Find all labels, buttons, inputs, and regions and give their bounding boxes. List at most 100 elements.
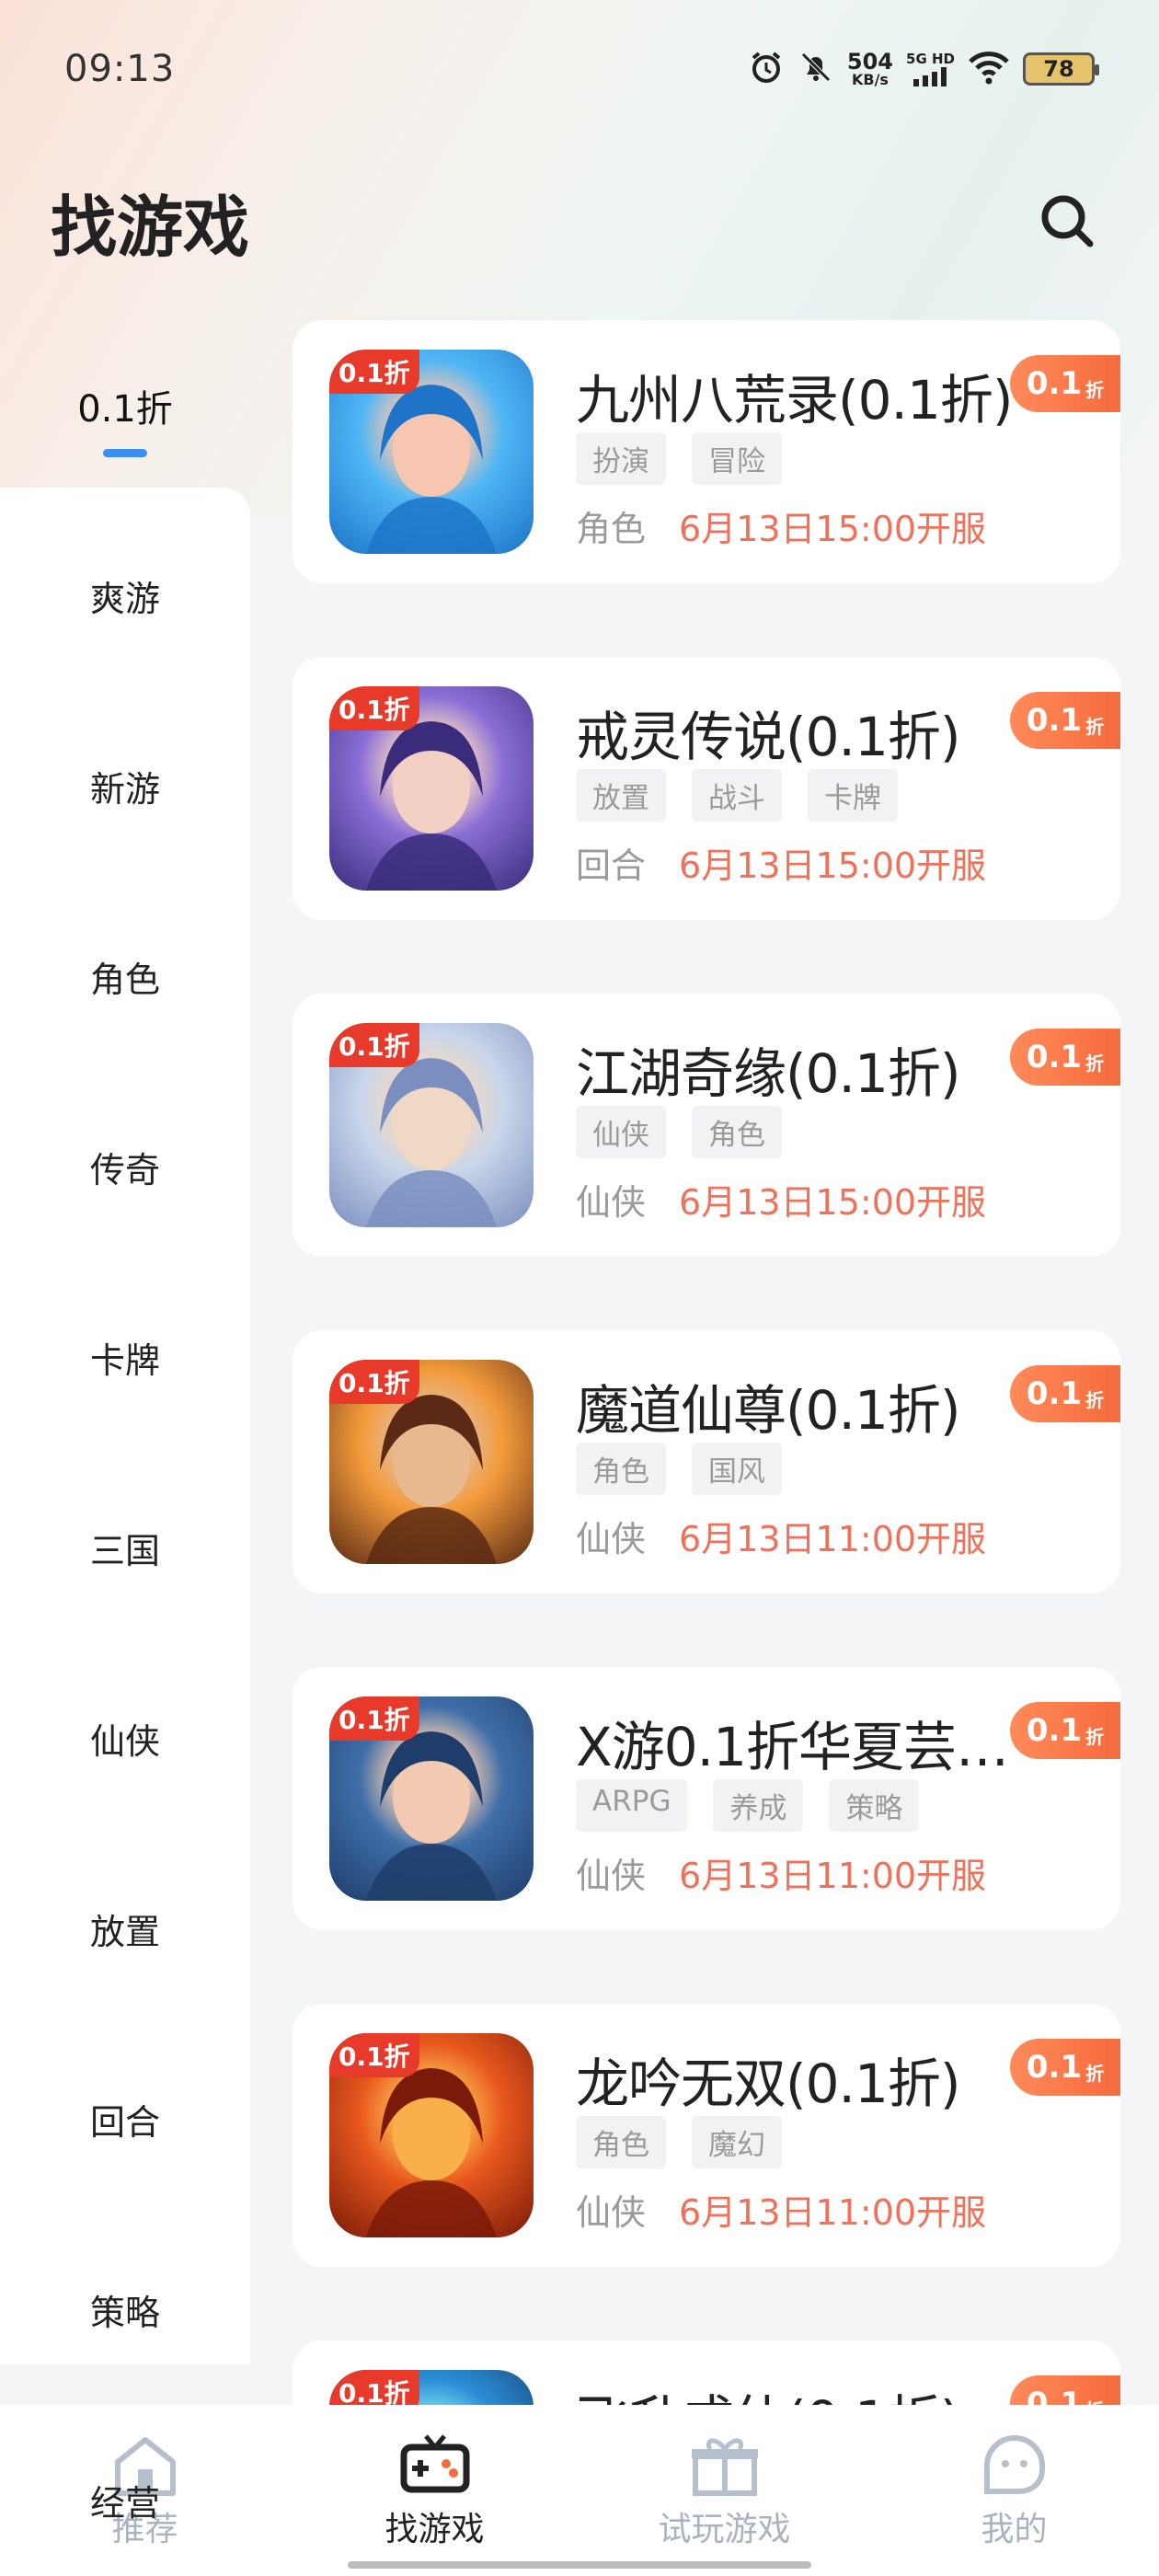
sidebar-item-8[interactable]: 放置	[0, 1844, 250, 2014]
game-meta: 仙侠 6月13日11:00开服	[576, 1511, 986, 1561]
game-category: 仙侠	[576, 2192, 647, 2233]
game-tags: 仙侠 角色	[576, 1106, 782, 1158]
signal-bars-icon	[912, 66, 947, 86]
discount-badge: 0.1折	[1010, 1365, 1120, 1422]
game-title[interactable]: X游0.1折华夏芸…	[576, 1704, 1036, 1781]
game-tag: 角色	[576, 1443, 666, 1495]
sidebar-item-label: 爽游	[89, 579, 160, 619]
game-title[interactable]: 魔道仙尊(0.1折)	[576, 1367, 1036, 1444]
game-meta: 仙侠 6月13日11:00开服	[576, 2184, 986, 2235]
icon-discount-badge: 0.1折	[329, 1360, 419, 1404]
game-card[interactable]: 0.1折 龙吟无双(0.1折) 角色 魔幻仙侠 6月13日11:00开服 0.1 折	[293, 2004, 1120, 2267]
sidebar-item-6[interactable]: 三国	[0, 1463, 250, 1633]
discount-value: 0.1	[1026, 2049, 1083, 2086]
game-icon[interactable]: 0.1折	[329, 686, 534, 891]
sidebar-item-label: 卡牌	[89, 1340, 160, 1381]
game-meta: 角色 6月13日15:00开服	[576, 500, 986, 551]
game-tag: 仙侠	[576, 1106, 666, 1158]
game-title[interactable]: 九州八荒录(0.1折)	[576, 357, 1036, 434]
active-indicator	[103, 449, 147, 457]
game-tag: 魔幻	[692, 2116, 782, 2168]
discount-value: 0.1	[1026, 1375, 1083, 1412]
game-card[interactable]: 0.1折 戒灵传说(0.1折) 放置 战斗 卡牌 回合 6月13日15:00开服 0.1 折	[293, 657, 1120, 920]
sidebar-item-label: 策略	[89, 2293, 160, 2333]
network-speed: 504 KB/s	[847, 51, 893, 87]
sidebar-item-7[interactable]: 仙侠	[0, 1653, 250, 1823]
game-card[interactable]: 0.1折 九州八荒录(0.1折) 扮演 冒险 角色 6月13日15:00开服 0.1 折	[293, 320, 1120, 583]
game-tag: 策略	[829, 1779, 920, 1832]
status-bar: 09:13 504 KB/s 5G HD 78	[0, 0, 1159, 138]
mute-bell-icon	[798, 49, 834, 89]
game-card[interactable]: 0.1折 魔道仙尊(0.1折) 角色 国风 仙侠 6月13日11:00开服 0.1 折	[293, 1330, 1120, 1593]
search-button[interactable]	[1026, 179, 1108, 262]
tab-label: 试玩游戏	[658, 2511, 791, 2548]
discount-badge: 0.1折	[1010, 1029, 1120, 1086]
wifi-icon	[968, 49, 1010, 89]
speed-unit: KB/s	[851, 71, 889, 88]
page-title: 找游戏	[51, 188, 250, 266]
game-tag: 放置	[576, 769, 666, 822]
discount-unit: 折	[1085, 1052, 1105, 1075]
tab-find-games[interactable]: 找游戏	[290, 2405, 580, 2576]
sidebar-item-9[interactable]: 回合	[0, 2034, 250, 2204]
discount-unit: 折	[1085, 1725, 1105, 1748]
alarm-icon	[748, 49, 785, 89]
discount-value: 0.1	[1026, 365, 1083, 402]
speed-value: 504	[846, 49, 894, 75]
game-tag: 卡牌	[808, 769, 898, 822]
game-icon[interactable]: 0.1折	[329, 1360, 534, 1564]
game-tags: 角色 国风	[576, 1443, 782, 1495]
battery-indicator: 78	[1023, 52, 1099, 86]
game-icon[interactable]: 0.1折	[329, 2033, 534, 2237]
server-open-time: 6月13日15:00开服	[679, 845, 987, 886]
game-title[interactable]: 江湖奇缘(0.1折)	[576, 1030, 1036, 1108]
game-tags: 扮演 冒险	[576, 432, 782, 485]
icon-discount-badge: 0.1折	[329, 1696, 419, 1741]
game-tag: ARPG	[576, 1779, 688, 1832]
server-open-time: 6月13日11:00开服	[679, 1856, 987, 1896]
game-icon[interactable]: 0.1折	[329, 350, 534, 554]
sidebar-item-11[interactable]: 经营	[0, 2415, 250, 2576]
game-icon[interactable]: 0.1折	[329, 1696, 534, 1901]
sidebar-item-label: 角色	[89, 960, 160, 1000]
game-title[interactable]: 龙吟无双(0.1折)	[576, 2041, 1036, 2118]
sidebar-item-0[interactable]: 0.1折	[0, 320, 250, 490]
game-tag: 角色	[692, 1106, 782, 1158]
sidebar-item-4[interactable]: 传奇	[0, 1082, 250, 1252]
discount-badge: 0.1折	[1010, 692, 1120, 749]
sidebar-item-label: 0.1折	[77, 387, 173, 431]
game-category: 仙侠	[576, 1182, 647, 1223]
sidebar-item-label: 传奇	[89, 1150, 160, 1190]
icon-discount-badge: 0.1折	[329, 1023, 419, 1067]
game-card[interactable]: 0.1折 X游0.1折华夏芸… ARPG 养成 策略仙侠 6月13日11:00开服 0.1 折	[293, 1667, 1120, 1930]
game-icon[interactable]: 0.1折	[329, 1023, 534, 1227]
game-meta: 仙侠 6月13日11:00开服	[576, 1847, 986, 1898]
game-title[interactable]: 戒灵传说(0.1折)	[576, 694, 1036, 771]
sidebar-item-1[interactable]: 爽游	[0, 511, 250, 681]
sidebar-item-label: 放置	[89, 1912, 160, 1952]
game-card[interactable]: 0.1折 江湖奇缘(0.1折) 仙侠 角色 仙侠 6月13日15:00开服 0.1 折	[293, 994, 1120, 1257]
page-header: 找游戏	[0, 166, 1159, 276]
discount-unit: 折	[1085, 2062, 1105, 2085]
icon-discount-badge: 0.1折	[329, 2033, 419, 2077]
sidebar-item-5[interactable]: 卡牌	[0, 1272, 250, 1443]
sidebar-item-label: 新游	[89, 769, 160, 810]
sidebar-item-label: 经营	[89, 2483, 160, 2524]
icon-discount-badge: 0.1折	[329, 686, 419, 730]
tab-trial-games[interactable]: 试玩游戏	[580, 2405, 869, 2576]
sidebar-item-3[interactable]: 角色	[0, 891, 250, 1062]
clock: 09:13	[64, 48, 176, 90]
sidebar-item-2[interactable]: 新游	[0, 701, 250, 871]
discount-value: 0.1	[1026, 1712, 1083, 1749]
gamepad-icon	[400, 2434, 469, 2493]
sidebar-item-label: 三国	[89, 1531, 160, 1571]
gift-icon	[691, 2438, 758, 2496]
game-tag: 养成	[713, 1779, 804, 1832]
discount-value: 0.1	[1026, 1039, 1083, 1075]
tab-mine[interactable]: 我的	[869, 2405, 1159, 2576]
sidebar-item-10[interactable]: 策略	[0, 2225, 250, 2395]
game-meta: 回合 6月13日15:00开服	[576, 837, 986, 888]
discount-unit: 折	[1085, 1388, 1105, 1411]
game-tag: 角色	[576, 2116, 666, 2168]
discount-value: 0.1	[1026, 702, 1083, 739]
